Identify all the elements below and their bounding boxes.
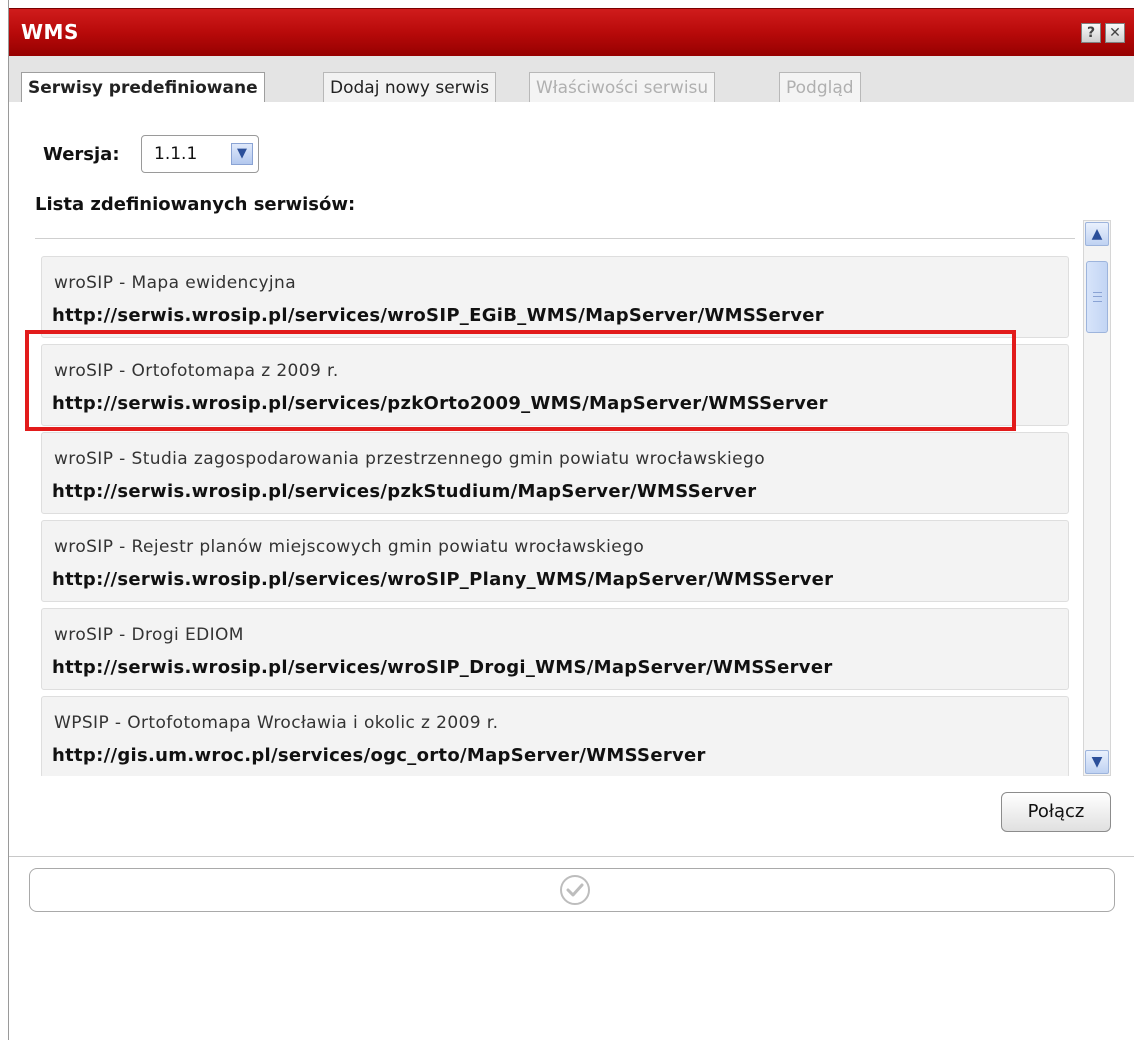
service-item[interactable]: wroSIP - Mapa ewidencyjna http://serwis.…: [41, 256, 1069, 338]
wms-dialog: WMS ? ✕ Serwisy predefiniowane Dodaj now…: [8, 0, 1134, 1040]
tab-preview: Podgląd: [779, 72, 861, 102]
services-list-label: Lista zdefiniowanych serwisów:: [35, 194, 356, 215]
scrollbar-thumb[interactable]: [1086, 261, 1108, 333]
service-item[interactable]: WPSIP - Ortofotomapa Wrocławia i okolic …: [41, 696, 1069, 776]
chevron-up-icon[interactable]: ▲: [1085, 222, 1109, 246]
tab-add-service[interactable]: Dodaj nowy serwis: [323, 72, 497, 102]
service-item[interactable]: wroSIP - Studia zagospodarowania przestr…: [41, 432, 1069, 514]
version-select[interactable]: 1.1.1 ▼: [141, 135, 259, 173]
version-value: 1.1.1: [154, 144, 198, 164]
connect-button[interactable]: Połącz: [1001, 792, 1111, 832]
service-item[interactable]: wroSIP - Rejestr planów miejscowych gmin…: [41, 520, 1069, 602]
service-name: wroSIP - Rejestr planów miejscowych gmin…: [54, 537, 645, 557]
checkmark-circle-icon: [560, 875, 590, 905]
service-name: wroSIP - Mapa ewidencyjna: [54, 273, 297, 293]
tab-service-properties: Właściwości serwisu: [529, 72, 716, 102]
tab-strip: Serwisy predefiniowane Dodaj nowy serwis…: [9, 56, 1134, 103]
predefined-services-panel: Wersja: 1.1.1 ▼ Lista zdefiniowanych ser…: [9, 102, 1134, 857]
highlight-box: [25, 330, 1016, 431]
service-url: http://gis.um.wroc.pl/services/ogc_orto/…: [52, 745, 706, 766]
chevron-down-icon[interactable]: ▼: [231, 143, 253, 165]
services-list: wroSIP - Mapa ewidencyjna http://serwis.…: [35, 248, 1077, 776]
grip-icon: [1093, 292, 1102, 302]
service-url: http://serwis.wrosip.pl/services/wroSIP_…: [52, 569, 834, 590]
tab-predefined-services[interactable]: Serwisy predefiniowane: [21, 72, 265, 103]
window-title: WMS: [21, 20, 79, 44]
close-icon[interactable]: ✕: [1105, 23, 1125, 43]
service-name: wroSIP - Drogi EDIOM: [54, 625, 244, 645]
divider: [35, 238, 1075, 239]
version-label: Wersja:: [43, 144, 120, 165]
chevron-down-icon[interactable]: ▼: [1085, 750, 1109, 774]
service-name: wroSIP - Studia zagospodarowania przestr…: [54, 449, 766, 469]
services-scrollbar[interactable]: ▲ ▼: [1083, 220, 1111, 776]
service-url: http://serwis.wrosip.pl/services/wroSIP_…: [52, 657, 833, 678]
service-item[interactable]: wroSIP - Drogi EDIOM http://serwis.wrosi…: [41, 608, 1069, 690]
service-url: http://serwis.wrosip.pl/services/wroSIP_…: [52, 305, 824, 326]
help-icon[interactable]: ?: [1081, 23, 1101, 43]
title-bar[interactable]: WMS ? ✕: [9, 8, 1134, 56]
status-bar: [29, 868, 1115, 912]
service-url: http://serwis.wrosip.pl/services/pzkStud…: [52, 481, 757, 502]
service-name: WPSIP - Ortofotomapa Wrocławia i okolic …: [54, 713, 499, 733]
